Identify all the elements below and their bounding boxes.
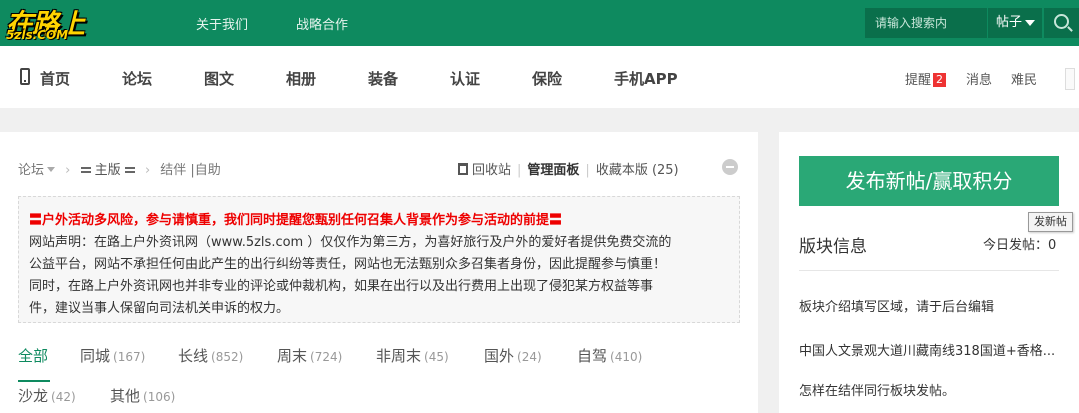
breadcrumb-current: 结伴 |自助 <box>160 163 221 178</box>
filter-count: (724) <box>310 350 343 364</box>
breadcrumb-separator: › <box>65 163 71 178</box>
filter-non-weekend[interactable]: 非周末 (45) <box>376 345 449 366</box>
filter-count: (24) <box>517 350 542 364</box>
filter-weekend[interactable]: 周末 (724) <box>277 345 342 366</box>
chevron-down-icon <box>1025 19 1036 26</box>
new-post-tooltip: 发新帖 <box>1028 212 1073 232</box>
phone-icon <box>20 68 30 85</box>
remind-link[interactable]: 提醒 2 <box>905 69 947 88</box>
nav-insurance[interactable]: 保险 <box>532 68 562 89</box>
filter-label: 长线 <box>178 347 209 365</box>
nav-mobile-app[interactable]: 手机APP <box>614 68 678 89</box>
divider: | <box>517 163 522 178</box>
forum-tools: 回收站 | 管理面板 | 收藏本版 (25) <box>458 159 679 178</box>
divider: | <box>585 163 590 178</box>
nav-certification[interactable]: 认证 <box>450 68 480 89</box>
breadcrumb-main[interactable]: 主版 <box>95 163 121 178</box>
user-name-link[interactable]: 难民 <box>1011 69 1037 88</box>
notice-line: 网站声明：在路上户外资讯网（www.5zls.com ）仅仅作为第三方，为喜好旅… <box>29 235 672 250</box>
filter-abroad[interactable]: 国外 (24) <box>484 345 542 366</box>
trash-icon <box>458 163 468 175</box>
filter-label: 非周末 <box>376 347 422 365</box>
filter-self-drive[interactable]: 自驾 (410) <box>577 345 642 366</box>
search-button[interactable] <box>1044 8 1079 38</box>
filter-long-trip[interactable]: 长线 (852) <box>178 345 243 366</box>
filter-count: (106) <box>143 390 176 404</box>
filter-count: (45) <box>424 350 449 364</box>
search-type-label: 帖子 <box>996 15 1023 30</box>
menu-icon <box>80 167 91 173</box>
main-nav: 首页 论坛 图文 相册 装备 认证 保险 手机APP 提醒 2 消息 难民 <box>0 46 1079 108</box>
nav-album[interactable]: 相册 <box>286 68 316 89</box>
filter-count: (410) <box>610 350 643 364</box>
block-info-title: 版块信息 <box>799 237 867 257</box>
notice-line: 件，建议当事人保留向司法机关申诉的权力。 <box>29 301 290 316</box>
filter-label: 沙龙 <box>18 387 49 405</box>
filter-count: (42) <box>51 390 76 404</box>
breadcrumb-forum[interactable]: 论坛 <box>18 163 44 178</box>
nav-forum[interactable]: 论坛 <box>122 68 152 89</box>
info-link[interactable]: 怎样在结伴同行板块发帖。 <box>799 380 1059 399</box>
remind-badge: 2 <box>933 73 947 87</box>
search-type-select[interactable]: 帖子 <box>987 8 1042 38</box>
nav-home[interactable]: 首页 <box>40 68 70 89</box>
notice-line: 同时，在路上户外资讯网也并非专业的评论或仲裁机构，如果在出行以及出行费用上出现了… <box>29 279 654 294</box>
filter-label: 其他 <box>110 387 141 405</box>
strategic-cooperation-link[interactable]: 战略合作 <box>296 14 348 33</box>
manage-panel-link[interactable]: 管理面板 <box>527 163 579 178</box>
breadcrumb: 论坛 › 主版 › 结伴 |自助 <box>18 159 221 178</box>
filter-salon[interactable]: 沙龙 (42) <box>18 385 76 406</box>
chevron-down-icon[interactable] <box>47 167 56 172</box>
nav-equipment[interactable]: 装备 <box>368 68 398 89</box>
divider <box>799 270 1059 271</box>
filter-label: 国外 <box>484 347 515 365</box>
block-description: 板块介绍填写区域，请于后台编辑 <box>799 300 995 315</box>
filter-label: 自驾 <box>577 347 608 365</box>
forum-main-panel: 论坛 › 主版 › 结伴 |自助 回收站 | 管理面板 | 收藏本版 (25) 〓户外活… <box>0 132 758 413</box>
messages-link[interactable]: 消息 <box>966 69 992 88</box>
active-filter-underline <box>18 380 50 382</box>
filter-local[interactable]: 同城 (167) <box>80 345 145 366</box>
recycle-bin-link[interactable]: 回收站 <box>472 163 511 178</box>
logo-sub: 5zls.COM <box>6 28 69 42</box>
forum-notice: 〓户外活动多风险，参与请慎重，我们同时提醒您甄别任何召集人背景作为参与活动的前提… <box>18 196 740 323</box>
top-bar: 在路上 5zls.COM 关于我们 战略合作 请输入搜索内 帖子 <box>0 0 1079 46</box>
forum-sidebar: 发布新帖/赢取积分 发新帖 版块信息 今日发帖：0 板块介绍填写区域，请于后台编… <box>779 132 1079 413</box>
new-post-button[interactable]: 发布新帖/赢取积分 <box>799 156 1059 206</box>
collapse-icon[interactable] <box>722 159 738 175</box>
menu-icon <box>124 167 135 173</box>
filter-label: 周末 <box>277 347 308 365</box>
filter-label: 同城 <box>80 347 111 365</box>
risk-warning: 〓户外活动多风险，参与请慎重，我们同时提醒您甄别任何召集人背景作为参与活动的前提… <box>29 213 563 228</box>
notice-line: 公益平台，网站不承担任何由此产生的出行纠纷等责任，网站也无法甄别众多召集者身份，… <box>29 257 667 272</box>
filter-all[interactable]: 全部 <box>18 345 48 366</box>
today-posts: 今日发帖：0 <box>983 238 1057 253</box>
mini-scrollbar[interactable] <box>1065 68 1075 90</box>
filter-label: 全部 <box>18 347 49 365</box>
site-logo[interactable]: 在路上 5zls.COM <box>0 0 120 46</box>
nav-gallery-text[interactable]: 图文 <box>204 68 234 89</box>
remind-label: 提醒 <box>905 73 932 88</box>
favorite-forum-link[interactable]: 收藏本版 (25) <box>596 163 679 178</box>
filter-other[interactable]: 其他 (106) <box>110 385 175 406</box>
info-link[interactable]: 中国人文景观大道川藏南线318国道+香格... <box>799 340 1059 359</box>
about-us-link[interactable]: 关于我们 <box>196 14 248 33</box>
filter-count: (167) <box>113 350 146 364</box>
filter-count: (852) <box>211 350 244 364</box>
breadcrumb-separator: › <box>144 163 151 178</box>
search-input[interactable]: 请输入搜索内 <box>865 8 987 38</box>
search-icon-handle <box>1067 26 1073 32</box>
